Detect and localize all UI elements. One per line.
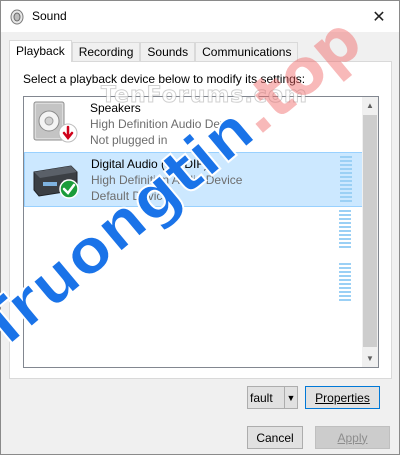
device-name: Speakers [90,101,141,115]
device-item-speakers[interactable]: Speakers High Definition Audio Device No… [24,97,364,152]
window-title: Sound [32,9,67,23]
sound-dialog: Sound ✕ Playback Recording Sounds Commun… [0,0,400,455]
title-bar: Sound ✕ [1,1,399,32]
level-meter [340,156,352,204]
tab-playback[interactable]: Playback [9,40,72,62]
set-default-dropdown-arrow[interactable]: ▼ [284,386,298,409]
device-item-digital-audio[interactable]: Digital Audio (S/PDIF) High Definition A… [24,152,364,207]
scroll-up-icon[interactable]: ▲ [362,97,378,114]
close-button[interactable]: ✕ [359,1,399,32]
device-status: Not plugged in [90,133,168,147]
default-green-check-icon [59,179,79,202]
sound-app-icon [10,9,24,25]
tab-recording[interactable]: Recording [71,42,141,62]
properties-label: Properties [315,390,370,405]
device-list[interactable]: Speakers High Definition Audio Device No… [23,96,379,368]
level-meter [339,263,351,303]
device-status: Default Device [91,189,170,203]
tab-bar: Playback Recording Sounds Communications [9,40,299,62]
device-driver: High Definition Audio Device [90,117,242,131]
properties-button[interactable]: Properties [305,386,380,409]
instruction-label: Select a playback device below to modify… [23,72,306,86]
tab-communications[interactable]: Communications [195,42,299,62]
vertical-scrollbar[interactable]: ▲ ▼ [362,97,378,367]
apply-button[interactable]: Apply [315,426,390,449]
scroll-thumb[interactable] [363,115,377,347]
apply-label: Apply [337,430,368,445]
tab-sounds[interactable]: Sounds [140,42,196,62]
level-meter [339,210,351,250]
set-default-button[interactable]: fault [247,386,284,409]
playback-panel: Select a playback device below to modify… [9,61,392,379]
cancel-button[interactable]: Cancel [247,426,303,449]
device-name: Digital Audio (S/PDIF) [91,157,208,171]
unplugged-red-arrow-icon [58,123,78,146]
scroll-down-icon[interactable]: ▼ [362,350,378,367]
device-driver: High Definition Audio Device [91,173,243,187]
